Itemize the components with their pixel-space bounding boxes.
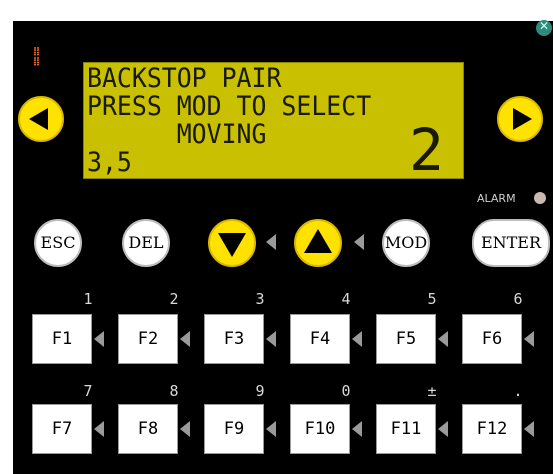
f3-key[interactable]: F3 [204, 314, 264, 364]
lcd-big-value: 2 [409, 116, 444, 179]
f9-led [266, 421, 276, 437]
fkey-number: ± [427, 382, 437, 400]
f3-led [266, 331, 276, 347]
fkey-number: 0 [341, 382, 351, 400]
fkey-number: 2 [169, 290, 179, 308]
f4-led [352, 331, 362, 347]
f12-led [524, 421, 534, 437]
lcd-display: BACKSTOP PAIR PRESS MOD TO SELECT MOVING… [83, 62, 464, 179]
down-button[interactable] [208, 219, 256, 267]
fkey-number: 6 [513, 290, 523, 308]
f11-key[interactable]: F11 [376, 404, 436, 454]
up-button[interactable] [294, 219, 342, 267]
arrow-up-icon [304, 229, 332, 253]
lcd-line-1: BACKSTOP PAIR [87, 63, 282, 94]
f4-key[interactable]: F4 [290, 314, 350, 364]
up-led [354, 234, 364, 250]
f1-led [94, 331, 104, 347]
f6-key[interactable]: F6 [462, 314, 522, 364]
arrow-right-icon [513, 108, 532, 130]
fkey-number: 5 [427, 290, 437, 308]
f7-key[interactable]: F7 [32, 404, 92, 454]
f9-key[interactable]: F9 [204, 404, 264, 454]
f7-led [94, 421, 104, 437]
fkey-number: . [513, 382, 523, 400]
f5-key[interactable]: F5 [376, 314, 436, 364]
down-led [266, 234, 276, 250]
panel-status-icon: ⁞⁞ ⁞⁞ [33, 44, 40, 68]
mod-button[interactable]: MOD [382, 219, 430, 267]
f10-led [352, 421, 362, 437]
scroll-left-button[interactable] [18, 96, 64, 142]
f8-key[interactable]: F8 [118, 404, 178, 454]
alarm-label: ALARM [477, 192, 516, 205]
f2-key[interactable]: F2 [118, 314, 178, 364]
f2-led [180, 331, 190, 347]
arrow-left-icon [29, 108, 48, 130]
scroll-right-button[interactable] [497, 96, 543, 142]
panel-background: ✕ ⁞⁞ ⁞⁞ BACKSTOP PAIR PRESS MOD TO SELECT… [0, 0, 553, 474]
fkey-number: 9 [255, 382, 265, 400]
alarm-led [534, 192, 546, 204]
lcd-line-4: 3,5 [87, 147, 132, 178]
f6-led [524, 331, 534, 347]
f1-key[interactable]: F1 [32, 314, 92, 364]
esc-button[interactable]: ESC [34, 219, 82, 267]
f5-led [438, 331, 448, 347]
fkey-number: 3 [255, 290, 265, 308]
enter-button[interactable]: ENTER [472, 219, 550, 267]
fkey-number: 8 [169, 382, 179, 400]
fkey-number: 4 [341, 290, 351, 308]
f10-key[interactable]: F10 [290, 404, 350, 454]
fkey-number: 7 [83, 382, 93, 400]
close-icon[interactable]: ✕ [536, 19, 552, 36]
lcd-line-3: MOVING [87, 119, 267, 150]
f12-key[interactable]: F12 [462, 404, 522, 454]
del-button[interactable]: DEL [122, 219, 170, 267]
f8-led [180, 421, 190, 437]
f11-led [438, 421, 448, 437]
fkey-number: 1 [83, 290, 93, 308]
lcd-line-2: PRESS MOD TO SELECT [87, 91, 372, 122]
arrow-down-icon [218, 233, 246, 257]
